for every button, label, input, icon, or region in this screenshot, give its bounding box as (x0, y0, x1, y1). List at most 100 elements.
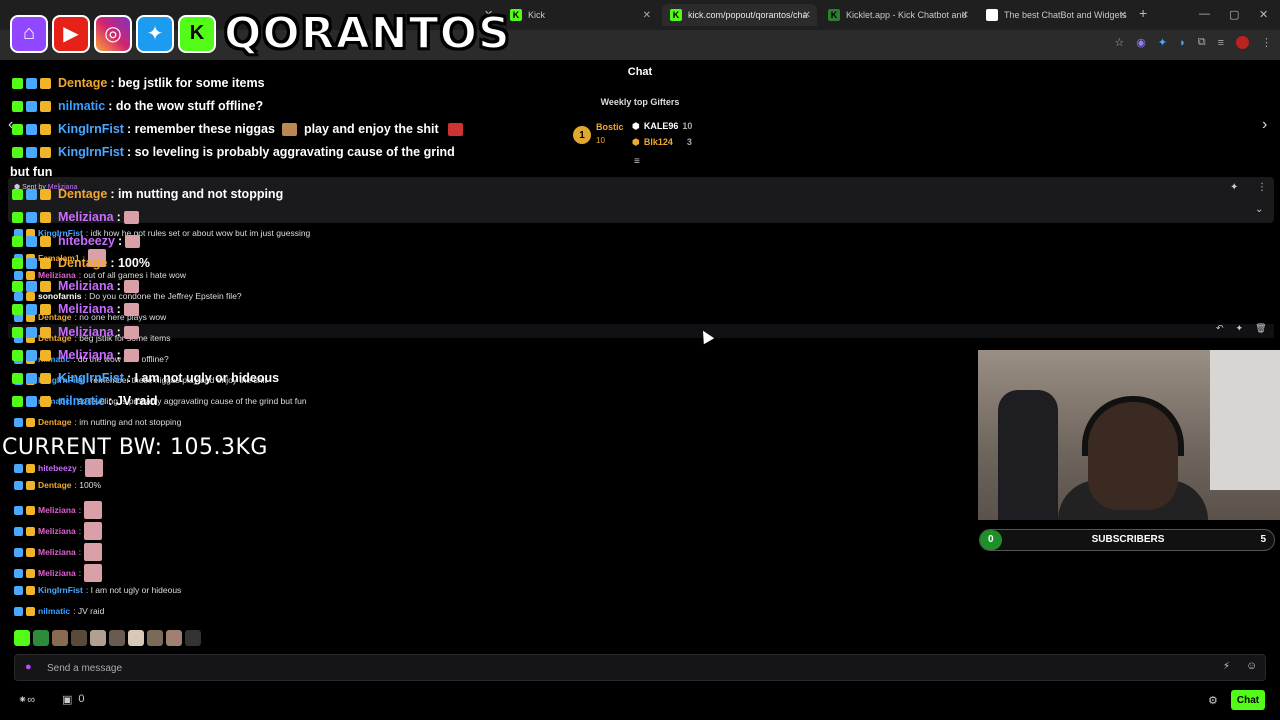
kick-emote-icon[interactable]: ⚡ (1223, 661, 1230, 672)
emote-icon[interactable] (147, 630, 163, 646)
chat-username[interactable]: Meliziana (38, 547, 76, 557)
chat-username[interactable]: nilmatic (38, 606, 70, 616)
infinity-icon[interactable]: ⁕∞ (18, 693, 35, 706)
collapse-icon[interactable]: ≡ (634, 156, 640, 167)
extension-icon[interactable]: ◉ (1136, 36, 1146, 49)
chat-message[interactable]: KingIrnFist: remember these niggas play a… (12, 122, 463, 136)
chat-message[interactable]: Meliziana: (12, 325, 139, 339)
chat-username[interactable]: Dentage (58, 256, 107, 270)
media-icon[interactable]: ≡ (1218, 37, 1224, 49)
avatar[interactable] (1236, 36, 1249, 49)
chat-send-button[interactable]: Chat (1231, 690, 1265, 710)
minimize-icon[interactable]: — (1199, 8, 1210, 20)
gifter-entry[interactable]: ⬢ KALE96 10 (632, 121, 692, 132)
chat-message[interactable]: KingIrnFist: so leveling is probably agg… (12, 145, 455, 159)
chat-message[interactable]: Meliziana: (12, 210, 139, 224)
new-tab-icon[interactable]: + (1139, 5, 1147, 21)
chat-message[interactable]: Dentage: 100% (12, 256, 150, 270)
chat-username[interactable]: nilmatic (58, 99, 105, 113)
browser-tab[interactable]: The best ChatBot and Widgets ✕ (978, 4, 1133, 26)
chat-message[interactable]: hitebeezy: (12, 234, 141, 248)
emote-icon[interactable] (71, 630, 87, 646)
emote-icon[interactable] (90, 630, 106, 646)
chat-badge-icon (14, 417, 23, 427)
chat-message[interactable]: Meliziana: (14, 522, 103, 540)
puzzle-icon[interactable]: ⧉ (1198, 36, 1206, 49)
emote-icon[interactable] (33, 630, 49, 646)
chat-username[interactable]: KingIrnFist (38, 585, 83, 595)
microphone-icon[interactable]: ● (25, 661, 32, 673)
chat-username[interactable]: Meliziana (58, 210, 114, 224)
chat-username[interactable]: hitebeezy (38, 463, 77, 473)
chat-text: but fun (10, 165, 53, 179)
chat-username[interactable]: KingIrnFist (58, 122, 124, 136)
chat-username[interactable]: Meliziana (38, 526, 76, 536)
maximize-icon[interactable]: ▢ (1229, 8, 1239, 21)
chat-username[interactable]: Dentage (58, 76, 107, 90)
chat-message[interactable]: Dentage: beg jstlik for some items (12, 76, 265, 90)
message-input[interactable] (47, 659, 1197, 677)
tab-close-icon[interactable]: ✕ (803, 10, 811, 21)
emote-icon[interactable] (14, 630, 30, 646)
tab-close-icon[interactable]: ✕ (961, 10, 969, 21)
chat-username[interactable]: Dentage (38, 417, 72, 427)
pin-icon[interactable]: ✦ (1230, 182, 1238, 193)
chat-username[interactable]: Meliziana (58, 348, 114, 362)
chat-message[interactable]: KingIrnFist: I am not ugly or hideous (14, 585, 181, 595)
browser-tab[interactable]: K Kicklet.app - Kick Chatbot and ✕ (820, 4, 975, 26)
emoji-icon[interactable]: ☺ (1246, 660, 1257, 672)
settings-icon[interactable]: ⚙ (1208, 694, 1218, 707)
emote-icon[interactable] (52, 630, 68, 646)
chat-message[interactable]: hitebeezy: (14, 459, 104, 477)
emote-icon[interactable] (128, 630, 144, 646)
chat-username[interactable]: KingIrnFist (58, 371, 124, 385)
chat-username[interactable]: KingIrnFist (58, 145, 124, 159)
pin-icon[interactable]: ✦ (1236, 323, 1244, 334)
close-window-icon[interactable]: ✕ (1259, 8, 1268, 21)
chat-message[interactable]: Meliziana: (12, 302, 139, 316)
emote-icon[interactable] (166, 630, 182, 646)
gift-counter[interactable]: ▣ 0 (62, 693, 85, 706)
reply-icon[interactable]: ↶ (1216, 323, 1224, 334)
chat-username[interactable]: hitebeezy (58, 234, 115, 248)
chat-username[interactable]: Meliziana (38, 568, 76, 578)
chat-message[interactable]: Meliziana: (14, 501, 103, 519)
chat-username[interactable]: Meliziana (58, 302, 114, 316)
chat-message[interactable]: Meliziana: (14, 543, 103, 561)
rank-medal: 1 (573, 126, 591, 144)
chat-text: : do the wow stuff offline? (108, 99, 264, 113)
emote-icon[interactable] (109, 630, 125, 646)
chat-username[interactable]: Dentage (38, 480, 72, 490)
chat-message[interactable]: Dentage: 100% (14, 480, 101, 490)
chat-username[interactable]: Meliziana (38, 505, 76, 515)
tab-close-icon[interactable]: ✕ (1119, 10, 1127, 21)
chat-message[interactable]: Dentage: im nutting and not stopping (14, 417, 181, 427)
kebab-menu-icon[interactable]: ⋮ (1261, 36, 1272, 49)
gifter-entry[interactable]: ⬢ Blk124 3 (632, 137, 692, 148)
chat-message[interactable]: Meliziana: (14, 564, 103, 582)
chat-message[interactable]: nilmatic: do the wow stuff offline? (12, 99, 263, 113)
delete-icon[interactable]: 🗑 (1255, 323, 1266, 334)
chat-message[interactable]: but fun (10, 165, 52, 179)
star-icon[interactable]: ☆ (1114, 36, 1124, 49)
chat-message[interactable]: KingIrnFist: I am not ugly or hideous (12, 371, 279, 385)
chat-username[interactable]: nilmatic (58, 394, 105, 408)
chat-username[interactable]: Meliziana (58, 325, 114, 339)
chat-message[interactable]: Dentage: im nutting and not stopping (12, 187, 283, 201)
emote-icon[interactable] (185, 630, 201, 646)
top-gifter-name[interactable]: Bostic (596, 122, 624, 132)
extension-icon[interactable]: ✦ (1158, 36, 1167, 49)
chat-message[interactable]: Meliziana: (12, 279, 139, 293)
chat-message[interactable]: Meliziana: (12, 348, 139, 362)
extension-icon[interactable]: ◗ (1179, 37, 1186, 49)
chat-username[interactable]: Meliziana (58, 279, 114, 293)
tab-close-icon[interactable]: ✕ (643, 10, 651, 21)
chat-message[interactable]: nilmatic: JV raid (12, 394, 158, 408)
chat-message[interactable]: nilmatic: JV raid (14, 606, 104, 616)
browser-tab[interactable]: K Kick ✕ (502, 4, 657, 26)
chevron-right-icon[interactable]: › (1262, 116, 1267, 134)
chat-username[interactable]: Dentage (58, 187, 107, 201)
more-options-icon[interactable]: ⋮ (1257, 182, 1267, 193)
chevron-down-icon[interactable]: ⌄ (1255, 204, 1263, 215)
browser-tab[interactable]: Kkick.com/popout/qorantos/cha ✕ (662, 4, 817, 26)
